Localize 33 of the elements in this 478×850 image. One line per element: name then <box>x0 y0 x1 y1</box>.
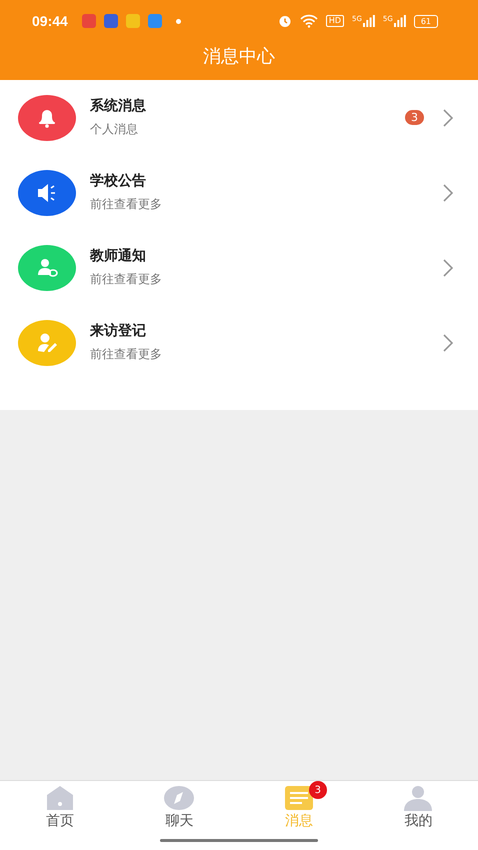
chevron-right-icon <box>442 332 454 352</box>
tab[interactable]: 聊天 <box>120 785 239 850</box>
chevron-right-icon <box>442 108 454 128</box>
hd-badge: HD <box>326 15 344 27</box>
chevron-right-icon <box>442 182 454 202</box>
item-subtitle: 前往查看更多 <box>90 271 163 288</box>
wifi-icon <box>300 14 318 28</box>
compass-icon <box>163 785 196 811</box>
page-title: 消息中心 <box>202 45 276 68</box>
unread-count: 3 <box>405 110 424 125</box>
message-category-item[interactable]: 教师通知 前往查看更多 <box>0 230 478 305</box>
unread-count: 3 <box>308 781 327 799</box>
alarm-icon <box>278 14 292 28</box>
item-title: 学校公告 <box>90 172 147 190</box>
item-subtitle: 前往查看更多 <box>90 346 163 363</box>
tab[interactable]: 首页 <box>0 785 120 850</box>
message-category-item[interactable]: 系统消息 个人消息 3 <box>0 80 478 155</box>
message-category-item[interactable]: 学校公告 前往查看更多 <box>0 155 478 230</box>
message-category-item[interactable]: 来访登记 前往查看更多 <box>0 305 478 380</box>
item-title: 教师通知 <box>90 247 147 265</box>
dot-icon <box>176 18 181 24</box>
item-subtitle: 前往查看更多 <box>90 196 163 213</box>
item-title: 系统消息 <box>90 97 147 115</box>
item-subtitle: 个人消息 <box>90 121 139 138</box>
battery-indicator: 61 <box>414 14 438 28</box>
chevron-right-icon <box>442 258 454 278</box>
signal-icon <box>394 15 406 27</box>
signal-icon <box>362 15 375 27</box>
list-icon <box>282 785 315 811</box>
person-icon <box>402 785 434 811</box>
item-title: 来访登记 <box>90 322 147 340</box>
tab[interactable]: 我的 <box>358 785 478 850</box>
status-time: 09:44 <box>32 13 68 29</box>
